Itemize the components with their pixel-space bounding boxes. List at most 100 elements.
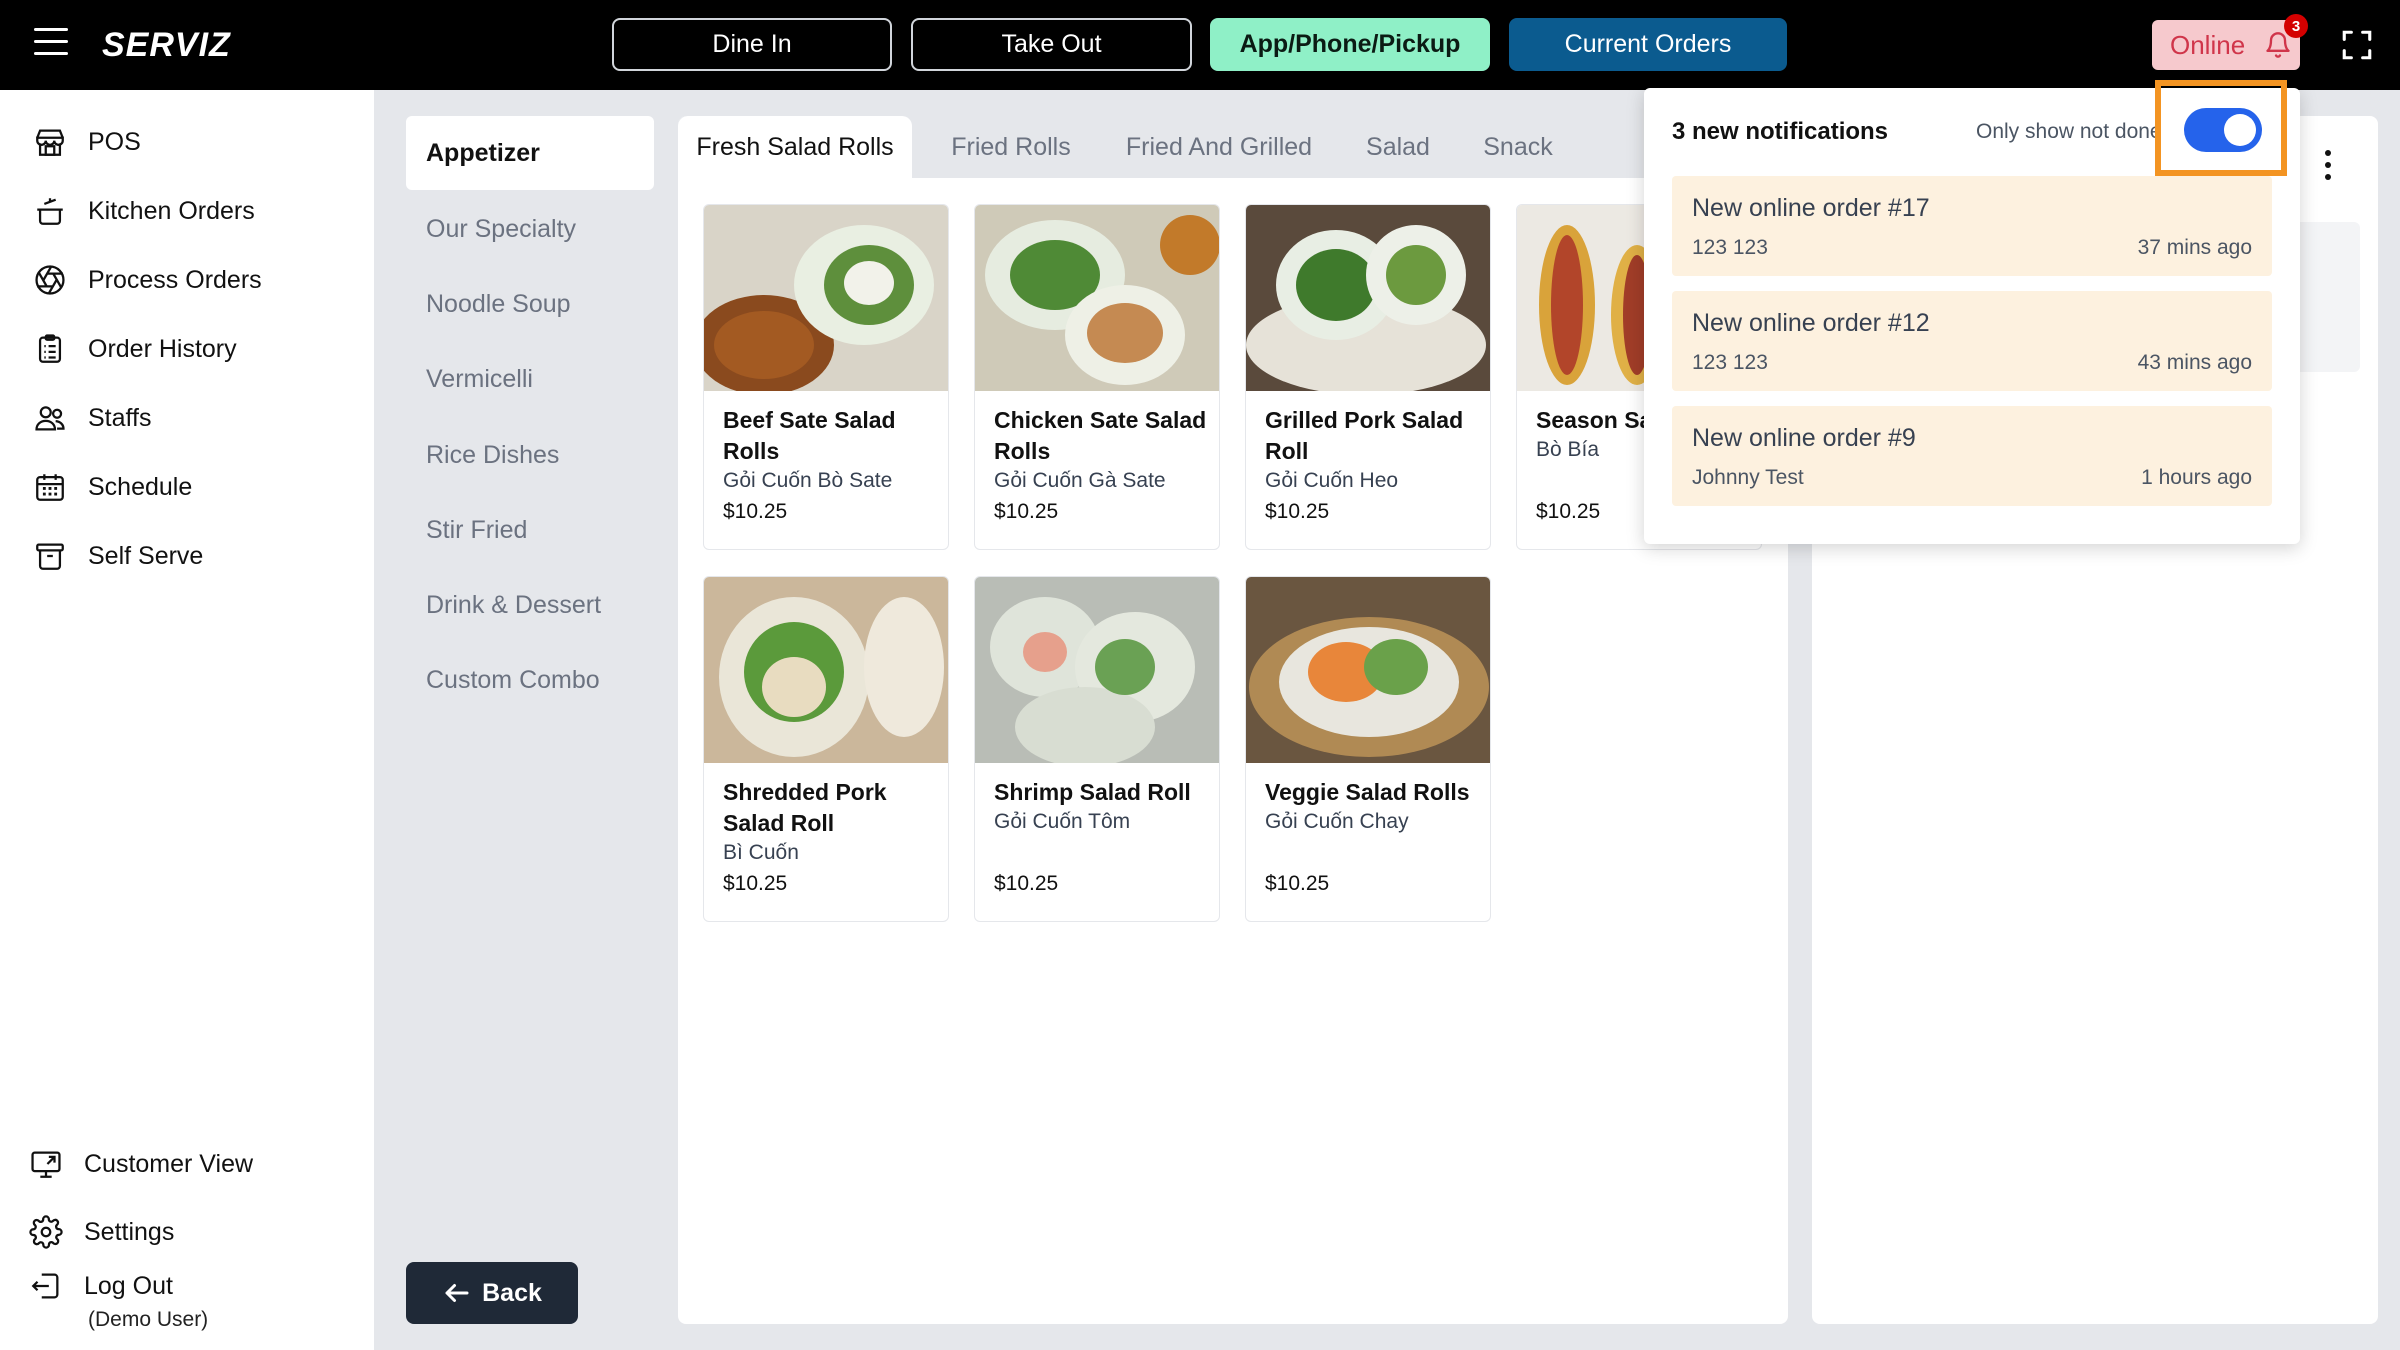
product-subtitle: Gỏi Cuốn Tôm <box>994 810 1131 833</box>
category-vermicelli[interactable]: Vermicelli <box>406 342 654 416</box>
tab-snack[interactable]: Snack <box>1468 116 1568 178</box>
product-card[interactable]: Shrimp Salad Roll Gỏi Cuốn Tôm $10.25 <box>974 576 1220 922</box>
monitor-icon <box>28 1146 64 1182</box>
notification-item[interactable]: New online order #12 123 123 43 mins ago <box>1672 291 2272 391</box>
aperture-icon <box>32 262 68 298</box>
sidebar-item-self-serve[interactable]: Self Serve <box>32 534 203 578</box>
category-custom-combo[interactable]: Custom Combo <box>406 643 654 717</box>
highlight-box <box>2155 80 2287 176</box>
sidebar-item-order-history[interactable]: Order History <box>32 327 237 371</box>
sidebar-item-label: Self Serve <box>88 541 204 570</box>
category-appetizer[interactable]: Appetizer <box>406 116 654 190</box>
sidebar-item-process-orders[interactable]: Process Orders <box>32 258 262 302</box>
category-noodle-soup[interactable]: Noodle Soup <box>406 267 654 341</box>
cooking-pot-icon <box>32 193 68 229</box>
product-name: Grilled Pork Salad Roll <box>1265 407 1464 464</box>
notification-customer: Johnny Test <box>1692 466 1804 489</box>
notification-customer: 123 123 <box>1692 351 1768 374</box>
filter-label: Only show not done <box>1976 120 2162 143</box>
product-price: $10.25 <box>1536 500 1601 523</box>
notification-item[interactable]: New online order #17 123 123 37 mins ago <box>1672 176 2272 276</box>
category-drink-dessert[interactable]: Drink & Dessert <box>406 568 654 642</box>
more-options-icon[interactable] <box>2318 150 2338 186</box>
product-image <box>975 577 1219 763</box>
sidebar-item-customer-view[interactable]: Customer View <box>28 1142 253 1186</box>
notification-time: 43 mins ago <box>2137 351 2252 374</box>
product-name: Veggie Salad Rolls <box>1265 779 1470 805</box>
back-label: Back <box>482 1278 542 1307</box>
app-phone-pickup-button[interactable]: App/Phone/Pickup <box>1210 18 1490 71</box>
product-subtitle: Bì Cuốn <box>723 841 799 864</box>
notifications-title: 3 new notifications <box>1672 118 1889 145</box>
product-card[interactable]: Beef Sate Salad Rolls Gỏi Cuốn Bò Sate $… <box>703 204 949 550</box>
calendar-icon <box>32 469 68 505</box>
take-out-button[interactable]: Take Out <box>911 18 1192 71</box>
sidebar-item-schedule[interactable]: Schedule <box>32 465 192 509</box>
dine-in-button[interactable]: Dine In <box>612 18 892 71</box>
product-price: $10.25 <box>723 500 788 523</box>
product-price: $10.25 <box>994 872 1059 895</box>
sidebar-item-log-out[interactable]: Log Out <box>28 1264 173 1308</box>
notification-item[interactable]: New online order #9 Johnny Test 1 hours … <box>1672 406 2272 506</box>
sidebar-item-label: Customer View <box>84 1149 254 1178</box>
tab-fried-and-grilled[interactable]: Fried And Grilled <box>1110 116 1328 178</box>
sidebar-item-staffs[interactable]: Staffs <box>32 396 151 440</box>
tab-salad[interactable]: Salad <box>1348 116 1448 178</box>
product-subtitle: Bò Bía <box>1536 438 1600 461</box>
notification-count-badge: 3 <box>2284 14 2308 38</box>
product-image <box>975 205 1219 391</box>
notification-title: New online order #17 <box>1692 194 1930 222</box>
sidebar-item-label: Process Orders <box>88 265 262 294</box>
sidebar-item-pos[interactable]: POS <box>32 120 141 164</box>
sidebar-item-label: POS <box>88 127 141 156</box>
product-image <box>704 205 948 391</box>
sidebar-item-label: Kitchen Orders <box>88 196 255 225</box>
product-price: $10.25 <box>1265 872 1330 895</box>
current-orders-button[interactable]: Current Orders <box>1509 18 1787 71</box>
notification-time: 1 hours ago <box>2141 466 2252 489</box>
fullscreen-icon[interactable] <box>2340 28 2374 62</box>
tab-fresh-salad-rolls[interactable]: Fresh Salad Rolls <box>678 116 912 178</box>
product-name: Beef Sate Salad Rolls <box>723 407 896 464</box>
users-icon <box>32 400 68 436</box>
product-subtitle: Gỏi Cuốn Gà Sate <box>994 469 1166 492</box>
sidebar-item-settings[interactable]: Settings <box>28 1210 174 1254</box>
product-card[interactable]: Chicken Sate Salad Rolls Gỏi Cuốn Gà Sat… <box>974 204 1220 550</box>
notification-title: New online order #9 <box>1692 424 1916 452</box>
tab-fried-rolls[interactable]: Fried Rolls <box>930 116 1092 178</box>
category-our-specialty[interactable]: Our Specialty <box>406 192 654 266</box>
product-name: Shredded Pork Salad Roll <box>723 779 887 836</box>
archive-box-icon <box>32 538 68 574</box>
clipboard-list-icon <box>32 331 68 367</box>
online-label: Online <box>2170 29 2246 60</box>
product-card[interactable]: Grilled Pork Salad Roll Gỏi Cuốn Heo $10… <box>1245 204 1491 550</box>
sidebar-item-label: Log Out <box>84 1271 173 1300</box>
product-name: Shrimp Salad Roll <box>994 779 1191 805</box>
arrow-left-icon <box>445 1284 469 1302</box>
product-subtitle: Gỏi Cuốn Bò Sate <box>723 469 893 492</box>
sidebar-item-label: Staffs <box>88 403 152 432</box>
back-button[interactable]: Back <box>406 1262 578 1324</box>
online-status-button[interactable]: Online <box>2152 20 2300 70</box>
product-panel: Fresh Salad Rolls Fried Rolls Fried And … <box>678 116 1788 1324</box>
category-stir-fried[interactable]: Stir Fried <box>406 493 654 567</box>
sidebar-item-kitchen-orders[interactable]: Kitchen Orders <box>32 189 255 233</box>
category-rice-dishes[interactable]: Rice Dishes <box>406 418 654 492</box>
product-name: Chicken Sate Salad Rolls <box>994 407 1207 464</box>
product-price: $10.25 <box>723 872 788 895</box>
product-image <box>704 577 948 763</box>
product-image <box>1246 577 1490 763</box>
product-subtitle: Gỏi Cuốn Chay <box>1265 810 1409 833</box>
current-user-label: (Demo User) <box>88 1308 209 1331</box>
menu-icon[interactable] <box>34 28 68 58</box>
product-price: $10.25 <box>994 500 1059 523</box>
notification-time: 37 mins ago <box>2137 236 2252 259</box>
gear-icon <box>28 1214 64 1250</box>
product-card[interactable]: Veggie Salad Rolls Gỏi Cuốn Chay $10.25 <box>1245 576 1491 922</box>
subcategory-tabs: Fresh Salad Rolls Fried Rolls Fried And … <box>678 116 1788 178</box>
top-bar: SERVIZ Dine In Take Out App/Phone/Pickup… <box>0 0 2400 90</box>
sidebar-item-label: Schedule <box>88 472 193 501</box>
product-card[interactable]: Shredded Pork Salad Roll Bì Cuốn $10.25 <box>703 576 949 922</box>
notification-customer: 123 123 <box>1692 236 1768 259</box>
brand-logo: SERVIZ <box>102 26 231 64</box>
